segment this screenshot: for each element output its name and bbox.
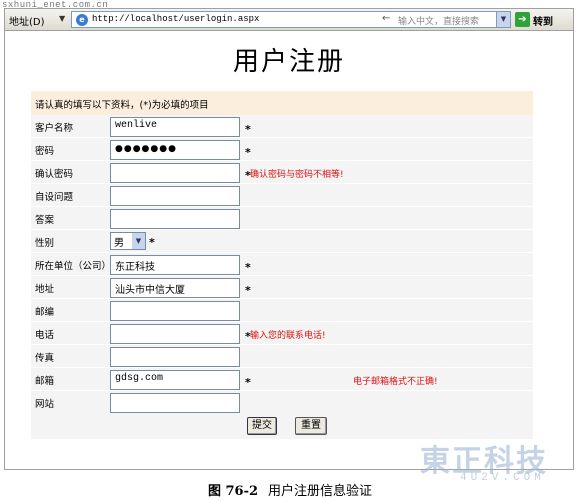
field-label: 客户名称 — [35, 123, 74, 134]
address-dropdown-button[interactable]: ▼ — [496, 12, 510, 27]
email-input[interactable]: gdsg.com — [110, 370, 240, 390]
ie-page-icon: e — [76, 14, 88, 26]
form-row-email: 邮箱 gdsg.com * 电子邮箱格式不正确! — [31, 369, 533, 391]
field-label: 密码 — [35, 146, 55, 157]
required-mark: * — [149, 236, 155, 249]
form-row-address: 地址 汕头市中信大厦 * — [31, 277, 533, 299]
go-label: 转到 — [533, 17, 553, 28]
required-mark: * — [245, 376, 251, 389]
form-row-password: 密码 ●●●●●●● * — [31, 139, 533, 161]
required-mark: * — [245, 261, 251, 274]
field-label: 网站 — [35, 399, 55, 410]
address-bar: 地址(D) ▼ e http://localhost/userlogin.asp… — [5, 9, 573, 31]
notice-bar: 请认真的填写以下资料，(*)为必填的项目 — [31, 91, 533, 115]
field-label: 传真 — [35, 353, 55, 364]
field-label: 所在单位（公司） — [35, 261, 112, 272]
company-input[interactable]: 东正科技 — [110, 255, 240, 275]
error-message: 确认密码与密码不相等! — [250, 170, 344, 180]
browser-window: 地址(D) ▼ e http://localhost/userlogin.asp… — [4, 8, 574, 470]
address-label: 地址(D) — [9, 17, 45, 28]
phone-input[interactable] — [110, 324, 240, 344]
page-title: 用户注册 — [232, 47, 345, 77]
field-label: 邮编 — [35, 307, 55, 318]
field-label: 地址 — [35, 284, 55, 295]
submit-button[interactable]: 提交 — [247, 417, 277, 435]
chevron-down-icon[interactable]: ▼ — [132, 233, 145, 249]
caption-text: 用户注册信息验证 — [268, 484, 373, 499]
answer-input[interactable] — [110, 209, 240, 229]
error-message: 电子邮箱格式不正确! — [353, 377, 438, 387]
field-label: 答案 — [35, 215, 55, 226]
go-arrow-icon: ➔ — [515, 12, 530, 27]
form-row-phone: 电话 * 输入您的联系电话! — [31, 323, 533, 345]
website-input[interactable] — [110, 393, 240, 413]
error-message: 输入您的联系电话! — [250, 331, 326, 341]
password-input[interactable]: ●●●●●●● — [110, 140, 240, 160]
form-row-confirm-password: 确认密码 * 确认密码与密码不相等! — [31, 162, 533, 184]
confirm-password-input[interactable] — [110, 163, 240, 183]
address-url: http://localhost/userlogin.aspx — [92, 14, 260, 24]
field-label: 电话 — [35, 330, 55, 341]
form-row-postal-code: 邮编 — [31, 300, 533, 322]
customer-name-input[interactable]: wenlive — [110, 117, 240, 137]
figure-number: 图 76-2 — [207, 484, 259, 499]
form-row-fax: 传真 — [31, 346, 533, 368]
go-button[interactable]: ➔ 转到 — [515, 11, 569, 28]
form-row-company: 所在单位（公司） 东正科技 * — [31, 254, 533, 276]
form-row-website: 网站 — [31, 392, 533, 414]
field-label: 邮箱 — [35, 376, 55, 387]
search-hint: 输入中文，直接搜索 — [398, 17, 480, 27]
gender-selected-value: 男 — [114, 238, 124, 249]
back-arrow-icon[interactable]: ← — [382, 13, 390, 24]
required-mark: * — [245, 284, 251, 297]
required-mark: * — [245, 146, 251, 159]
address-input[interactable]: e http://localhost/userlogin.aspx ← 输入中文… — [71, 11, 511, 28]
security-question-input[interactable] — [110, 186, 240, 206]
required-mark: * — [245, 123, 251, 136]
reset-button[interactable]: 重置 — [295, 417, 327, 435]
registration-form: 请认真的填写以下资料，(*)为必填的项目 客户名称 wenlive * 密码 ●… — [31, 91, 533, 439]
form-row-answer: 答案 — [31, 208, 533, 230]
form-row-customer-name: 客户名称 wenlive * — [31, 116, 533, 138]
form-row-security-question: 自设问题 — [31, 185, 533, 207]
field-label: 自设问题 — [35, 192, 74, 203]
gender-select[interactable]: 男 ▼ — [110, 232, 146, 250]
postal-code-input[interactable] — [110, 301, 240, 321]
form-row-gender: 性别 男 ▼ * — [31, 231, 533, 253]
figure-caption: 图 76-2 用户注册信息验证 — [0, 480, 580, 499]
chevron-down-icon[interactable]: ▼ — [59, 14, 65, 23]
field-label: 确认密码 — [35, 169, 74, 180]
fax-input[interactable] — [110, 347, 240, 367]
address-field-input[interactable]: 汕头市中信大厦 — [110, 278, 240, 298]
field-label: 性别 — [35, 238, 55, 249]
